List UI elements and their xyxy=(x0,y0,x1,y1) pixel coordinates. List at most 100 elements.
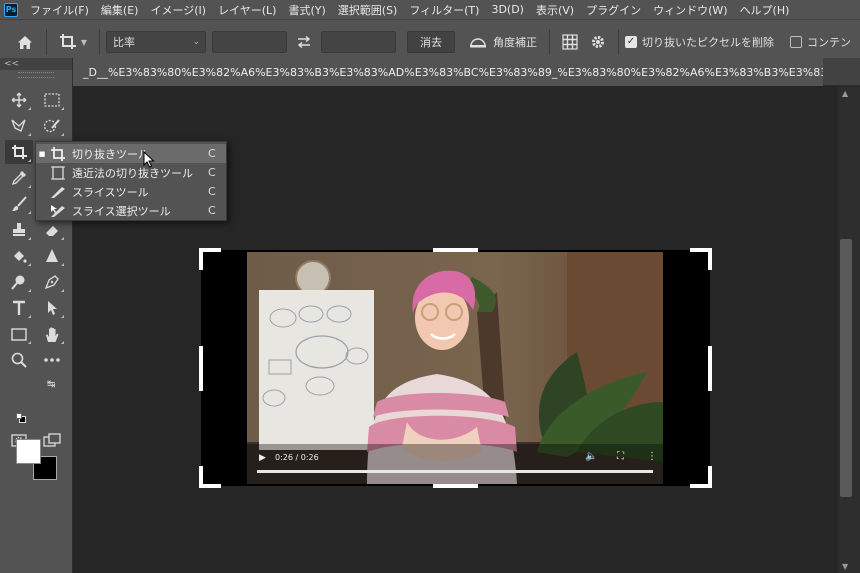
delete-cropped-label[interactable]: 切り抜いたピクセルを削除 xyxy=(642,34,774,50)
play-button-icon[interactable]: ▶ xyxy=(259,453,266,463)
clear-button[interactable]: 消去 xyxy=(407,31,455,53)
crop-handle-left[interactable] xyxy=(199,346,203,391)
menu-view[interactable]: 表示(V) xyxy=(530,2,580,18)
screen-mode-icon xyxy=(43,433,61,447)
content-aware-checkbox[interactable] xyxy=(790,36,802,48)
slice-select-icon xyxy=(51,204,65,217)
flyout-item-slice-select-tool[interactable]: スライス選択ツール C xyxy=(36,201,226,220)
flyout-item-slice-tool[interactable]: スライスツール C xyxy=(36,182,226,201)
grid-overlay-icon[interactable] xyxy=(556,34,584,50)
crop-handle-top[interactable] xyxy=(433,248,478,252)
pen-tool[interactable] xyxy=(38,270,66,294)
eyedropper-icon xyxy=(11,170,27,186)
perspective-crop-icon xyxy=(51,165,65,180)
foreground-color-swatch[interactable] xyxy=(16,439,41,464)
fullscreen-icon[interactable]: ⛶ xyxy=(617,451,624,462)
crop-tool-preset-picker[interactable]: ▼ xyxy=(53,33,93,51)
quick-selection-icon xyxy=(43,119,60,133)
shortcut-key: C xyxy=(208,185,216,198)
crop-handle-bottom[interactable] xyxy=(433,484,478,488)
lasso-tool[interactable] xyxy=(5,114,33,138)
dodge-tool[interactable] xyxy=(5,270,33,294)
scrollbar-thumb[interactable] xyxy=(840,239,852,497)
blur-tool[interactable] xyxy=(38,244,66,268)
scroll-up-icon[interactable]: ▲ xyxy=(842,89,848,98)
menu-help[interactable]: ヘルプ(H) xyxy=(734,2,796,18)
vertical-scrollbar[interactable]: ▲ ▼ xyxy=(838,87,860,573)
hand-tool[interactable] xyxy=(38,322,66,346)
default-colors-icon[interactable] xyxy=(16,413,26,423)
marquee-tool[interactable] xyxy=(38,88,66,112)
delete-cropped-checkbox[interactable]: ✓ xyxy=(625,36,637,48)
mouse-cursor-icon xyxy=(143,150,155,171)
clone-stamp-tool[interactable] xyxy=(5,218,33,242)
crop-handle-top-left[interactable] xyxy=(199,248,203,270)
video-progress-fill xyxy=(257,470,653,473)
menu-type[interactable]: 書式(Y) xyxy=(282,2,331,18)
crop-tool[interactable] xyxy=(5,140,33,164)
home-icon[interactable] xyxy=(10,35,40,50)
straighten-label[interactable]: 角度補正 xyxy=(493,34,537,50)
document-tab-bar: _D__%E3%83%80%E3%82%A6%E3%83%B3%E3%83%AD… xyxy=(73,58,860,86)
menu-bar: Ps ファイル(F) 編集(E) イメージ(I) レイヤー(L) 書式(Y) 選… xyxy=(0,0,860,19)
height-ratio-input[interactable] xyxy=(321,31,396,53)
edit-toolbar-button[interactable] xyxy=(38,348,66,372)
flyout-item-crop-tool[interactable]: ■ 切り抜きツール C xyxy=(36,144,226,163)
menu-file[interactable]: ファイル(F) xyxy=(24,2,95,18)
straighten-icon[interactable] xyxy=(463,36,493,48)
flyout-item-label: 遠近法の切り抜きツール xyxy=(72,166,193,180)
crop-handle-right[interactable] xyxy=(708,346,712,391)
quick-selection-tool[interactable] xyxy=(38,114,66,138)
panel-grip[interactable] xyxy=(18,72,54,78)
document-canvas[interactable]: ▶ 0:26 / 0:26 🔈 ⛶ ⋮ xyxy=(199,248,712,488)
tool-group-indicator xyxy=(28,289,31,292)
screen-mode-button[interactable] xyxy=(38,428,66,452)
zoom-tool[interactable] xyxy=(5,348,33,372)
menu-window[interactable]: ウィンドウ(W) xyxy=(647,2,733,18)
document-tab[interactable]: _D__%E3%83%80%E3%82%A6%E3%83%B3%E3%83%AD… xyxy=(73,58,823,86)
menu-edit[interactable]: 編集(E) xyxy=(95,2,145,18)
video-frame-image: ▶ 0:26 / 0:26 🔈 ⛶ ⋮ xyxy=(247,252,663,484)
menu-3d[interactable]: 3D(D) xyxy=(485,3,530,16)
tool-group-indicator xyxy=(28,107,31,110)
crop-handle-bottom-left[interactable] xyxy=(199,466,203,488)
eyedropper-tool[interactable] xyxy=(5,166,33,190)
menu-filter[interactable]: フィルター(T) xyxy=(403,2,485,18)
menu-select[interactable]: 選択範囲(S) xyxy=(332,2,404,18)
move-tool[interactable] xyxy=(5,88,33,112)
crop-handle-top-right[interactable] xyxy=(708,248,712,270)
crop-icon xyxy=(51,146,65,161)
gear-icon[interactable] xyxy=(584,34,612,50)
eraser-icon xyxy=(46,226,58,236)
paint-bucket-tool[interactable] xyxy=(5,244,33,268)
menu-layer[interactable]: レイヤー(L) xyxy=(212,2,282,18)
tool-group-indicator xyxy=(61,237,64,240)
video-progress-track[interactable] xyxy=(257,470,653,473)
path-selection-tool[interactable] xyxy=(38,296,66,320)
swap-colors-icon[interactable]: ↹ xyxy=(47,379,55,390)
rectangle-tool[interactable] xyxy=(5,322,33,346)
eraser-tool[interactable] xyxy=(38,218,66,242)
flyout-item-perspective-crop-tool[interactable]: 遠近法の切り抜きツール C xyxy=(36,163,226,182)
divider xyxy=(99,29,100,55)
scroll-down-icon[interactable]: ▼ xyxy=(842,562,848,571)
tool-group-indicator xyxy=(28,341,31,344)
type-tool[interactable] xyxy=(5,296,33,320)
tool-group-indicator xyxy=(28,159,31,162)
panel-collapse-button[interactable]: << xyxy=(0,58,72,70)
ratio-select[interactable]: 比率 ⌄ xyxy=(106,31,206,53)
divider xyxy=(618,29,619,55)
crop-handle-bottom-right[interactable] xyxy=(708,466,712,488)
check-icon: ✓ xyxy=(626,36,636,47)
brush-tool[interactable] xyxy=(5,192,33,216)
ratio-select-value: 比率 xyxy=(113,36,135,49)
more-options-icon[interactable]: ⋮ xyxy=(647,451,657,462)
width-ratio-input[interactable] xyxy=(212,31,287,53)
menu-image[interactable]: イメージ(I) xyxy=(144,2,212,18)
menu-plugins[interactable]: プラグイン xyxy=(580,2,647,18)
volume-icon[interactable]: 🔈 xyxy=(585,451,597,462)
tool-group-indicator xyxy=(61,263,64,266)
swap-icon[interactable] xyxy=(287,36,321,48)
flyout-item-label: スライスツール xyxy=(72,185,149,199)
content-aware-label[interactable]: コンテン xyxy=(807,34,851,50)
